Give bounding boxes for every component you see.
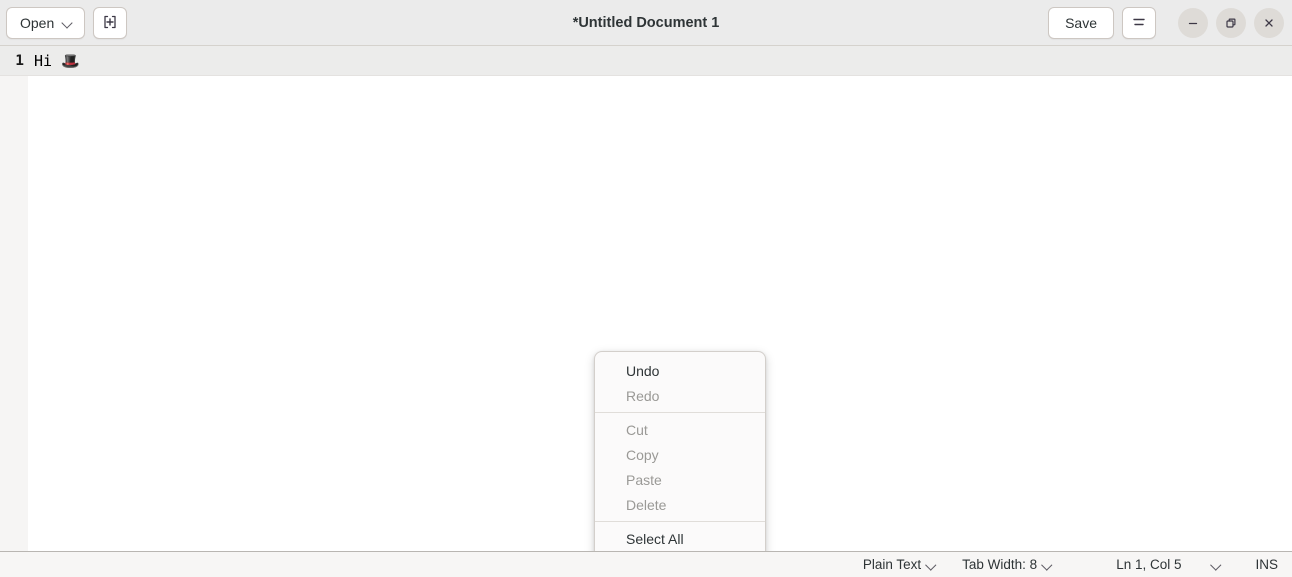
chevron-down-icon [1211,559,1223,571]
menu-item-cut: Cut [626,421,648,438]
chevron-down-icon [926,559,938,571]
text-editor-window: Open *Untitled Document 1 Save 1 Hi 🎩 Un… [0,0,1292,577]
minimize-button[interactable] [1178,8,1208,38]
header-right-controls: Save [1048,0,1284,46]
overwrite-mode-indicator: INS [1255,557,1278,572]
chevron-down-icon [1042,559,1054,571]
menu-separator [595,412,765,413]
hamburger-menu-icon [1130,13,1148,34]
maximize-icon [1224,16,1238,30]
cursor-position-label: Ln 1, Col 5 [1116,557,1182,572]
close-icon [1262,16,1276,30]
maximize-button[interactable] [1216,8,1246,38]
menu-item-paste: Paste [626,471,662,488]
tab-width-selector[interactable]: Tab Width: 8 [962,557,1054,572]
menu-item-select-all[interactable]: Select All [595,526,765,551]
close-button[interactable] [1254,8,1284,38]
tab-width-label: Tab Width: 8 [962,557,1038,572]
editor-area[interactable]: 1 Hi 🎩 Undo Redo Cut Copy Paste Delete S… [0,46,1292,551]
cursor-position-menu-button[interactable] [1211,559,1223,571]
header-left-controls: Open [6,0,128,46]
menu-item-delete: Delete [626,496,667,513]
cursor-position[interactable]: Ln 1, Col 5 [1116,557,1181,572]
minimize-icon [1186,16,1200,30]
menu-item-redo: Redo [626,387,660,404]
open-button-label: Open [20,15,55,31]
syntax-label: Plain Text [862,557,922,572]
chevron-down-icon [62,17,74,29]
main-menu-button[interactable] [1122,7,1156,39]
menu-item-copy: Copy [626,446,659,463]
new-document-button[interactable] [93,7,128,39]
menu-item-undo[interactable]: Undo [595,358,765,383]
line-number-gutter [0,46,28,551]
current-line-highlight [0,46,1292,76]
line-text[interactable]: Hi 🎩 [28,52,80,70]
save-button[interactable]: Save [1048,7,1114,39]
line-number: 1 [15,53,24,69]
syntax-selector[interactable]: Plain Text [863,557,938,572]
context-menu[interactable]: Undo Redo Cut Copy Paste Delete Select A… [594,351,766,551]
new-document-icon [101,13,119,34]
open-button[interactable]: Open [6,7,86,39]
header-bar: Open *Untitled Document 1 Save [0,0,1292,46]
editor-line[interactable]: 1 Hi 🎩 [0,46,80,76]
menu-separator [595,521,765,522]
status-bar: Plain Text Tab Width: 8 Ln 1, Col 5 INS [0,551,1292,577]
